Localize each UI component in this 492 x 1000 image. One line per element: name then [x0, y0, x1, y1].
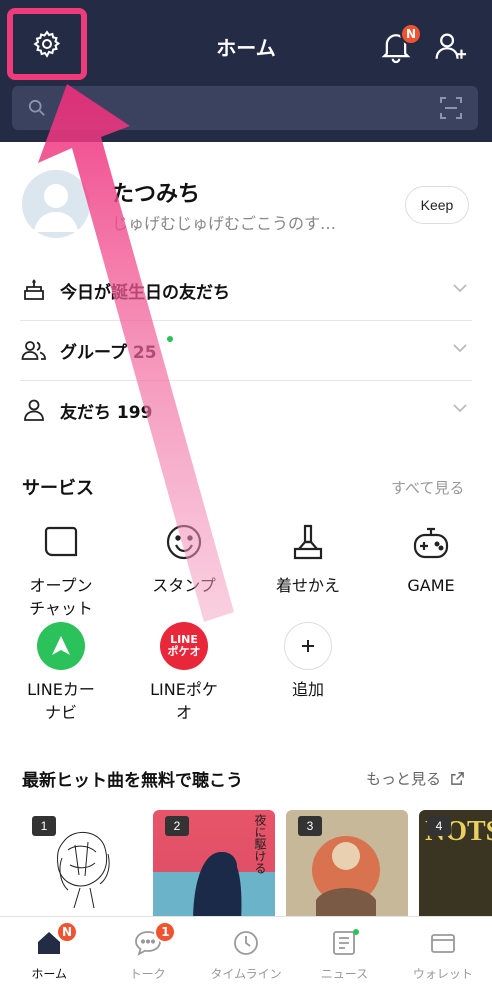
nav-wallet[interactable]: ウォレット — [394, 917, 492, 1000]
avatar[interactable] — [22, 170, 90, 238]
new-indicator-dot — [167, 336, 173, 342]
service-label: スタンプ — [152, 576, 216, 595]
wallet-icon — [429, 929, 457, 957]
nav-home[interactable]: ホーム N — [0, 917, 98, 1000]
services-title: サービス — [22, 478, 94, 499]
nav-label: ホーム — [31, 967, 68, 981]
album-card-3[interactable]: 3 — [286, 810, 408, 922]
album-rank-badge: 1 — [32, 816, 56, 836]
row-friends[interactable]: 友だち 199 — [20, 380, 472, 440]
service-label: LINEポケ オ — [150, 680, 218, 722]
keep-button[interactable]: Keep — [405, 186, 469, 224]
album-rank-badge: 2 — [165, 816, 189, 836]
services-see-all-link[interactable]: すべて見る — [391, 477, 464, 498]
service-label: 着せかえ — [275, 576, 340, 595]
album-card-2[interactable]: 夜に駆ける 2 — [153, 810, 275, 922]
group-icon — [20, 336, 48, 364]
row-groups[interactable]: グループ 25 — [20, 320, 472, 380]
theme-brush-icon — [284, 518, 332, 566]
gamepad-icon — [407, 518, 455, 566]
add-friend-button[interactable] — [434, 30, 468, 68]
chevron-down-icon — [453, 404, 467, 413]
service-open-chat[interactable]: オープン チャット — [11, 518, 111, 620]
service-label: GAME — [407, 576, 455, 595]
music-link-label: もっと見る — [366, 770, 442, 788]
nav-label: トーク — [129, 967, 166, 981]
default-avatar-icon — [34, 184, 78, 232]
music-see-more-link[interactable]: もっと見る — [366, 768, 465, 789]
plus-icon — [284, 622, 332, 670]
nav-news[interactable]: ニュース — [295, 917, 393, 1000]
clock-icon — [232, 929, 260, 957]
album-rank-badge: 4 — [427, 816, 451, 836]
service-line-pokeo[interactable]: LINE ポケオ LINEポケ オ — [134, 622, 234, 724]
profile-status-message[interactable]: じゅげむじゅげむごこうのす… — [112, 210, 402, 234]
nav-label: ニュース — [320, 967, 369, 981]
row-label: 友だち 199 — [60, 402, 153, 423]
album-art-text: 夜に駆ける — [253, 814, 267, 874]
sticker-smile-icon — [160, 518, 208, 566]
notification-badge: N — [400, 23, 422, 45]
search-input[interactable] — [56, 86, 416, 130]
service-stickers[interactable]: スタンプ — [134, 518, 234, 597]
line-pokeo-icon: LINE ポケオ — [160, 622, 208, 670]
add-friend-icon — [435, 33, 467, 59]
album-card-4[interactable]: NOTS 4 — [419, 810, 492, 922]
search-bar[interactable] — [12, 86, 478, 130]
line-car-navi-icon — [37, 622, 85, 670]
music-section-title: 最新ヒット曲を無料で聴こう — [22, 771, 243, 791]
row-label: グループ 25 — [60, 342, 157, 363]
album-rank-badge: 3 — [298, 816, 322, 836]
row-birthday-friends[interactable]: 今日が誕生日の友だち — [20, 260, 472, 320]
nav-label: タイムライン — [210, 967, 282, 981]
service-line-car-navi[interactable]: LINEカー ナビ — [11, 622, 111, 724]
nav-chats[interactable]: トーク 1 — [98, 917, 196, 1000]
service-label: オープン チャット — [29, 576, 93, 618]
nav-badge: 1 — [154, 921, 177, 943]
chevron-down-icon — [453, 344, 467, 353]
nav-timeline[interactable]: タイムライン — [197, 917, 295, 1000]
row-label: 今日が誕生日の友だち — [60, 282, 230, 303]
album-card-1[interactable]: 1 — [20, 810, 142, 922]
qr-scan-icon[interactable] — [440, 97, 462, 119]
chevron-down-icon — [453, 284, 467, 293]
search-icon — [28, 99, 45, 116]
external-share-icon — [450, 772, 464, 785]
nav-badge: N — [56, 921, 78, 943]
bottom-nav-bar: ホーム N トーク 1 タイムライン ニュース ウォレット — [0, 916, 492, 1000]
service-themes[interactable]: 着せかえ — [258, 518, 358, 597]
profile-name[interactable]: たつみち — [112, 176, 200, 208]
header-bar: ホーム N — [0, 0, 492, 142]
service-add[interactable]: 追加 — [258, 622, 358, 701]
service-label: LINEカー ナビ — [27, 680, 95, 722]
cake-icon — [20, 276, 48, 304]
open-chat-icon — [37, 518, 85, 566]
service-label: 追加 — [291, 680, 324, 699]
nav-label: ウォレット — [412, 967, 473, 981]
service-game[interactable]: GAME — [381, 518, 481, 597]
person-icon — [20, 396, 48, 424]
